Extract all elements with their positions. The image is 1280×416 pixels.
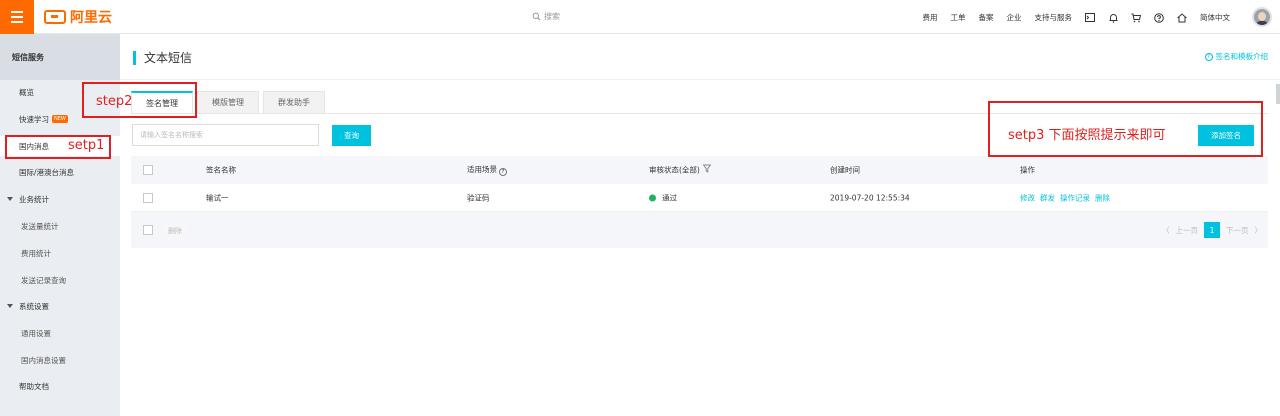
col-scene: 适用场景? [467, 164, 507, 176]
sidebar-item-send-records[interactable]: 发送记录查询 [0, 270, 120, 290]
edit-link[interactable]: 修改 [1020, 193, 1035, 202]
help-icon[interactable] [1154, 12, 1164, 23]
row-checkbox[interactable] [143, 192, 153, 203]
sidebar-item-label: 国际/港澳台消息 [19, 167, 75, 177]
help-link[interactable]: ? 签名和模板介绍 [1204, 51, 1269, 62]
tab-bulk-send[interactable]: 群发助手 [263, 91, 325, 114]
next-page-button[interactable]: 下一页 [1226, 225, 1249, 236]
batch-delete-button[interactable]: 删除 [163, 224, 187, 238]
signature-scene: 验证码 [467, 193, 490, 202]
col-status-label: 审核状态(全部) [649, 165, 700, 175]
table-header: 签名名称 适用场景? 审核状态(全部) 创建时间 操作 [131, 156, 1268, 184]
search-icon [532, 12, 541, 21]
search-placeholder: 搜索 [544, 12, 560, 21]
caret-down-icon [7, 197, 13, 201]
logo-mark-icon [44, 10, 66, 24]
signature-table: 签名名称 适用场景? 审核状态(全部) 创建时间 操作 输试一 验证码 通过 2… [131, 156, 1268, 248]
global-search[interactable]: 搜索 [532, 11, 560, 22]
page-number[interactable]: 1 [1204, 222, 1220, 238]
sidebar-item-label: 系统设置 [19, 301, 49, 311]
row-actions: 修改 群发 操作记录 删除 [1020, 192, 1115, 203]
question-circle-icon[interactable]: ? [499, 168, 507, 176]
sidebar-item-label: 通用设置 [21, 328, 51, 338]
help-link-label: 签名和模板介绍 [1215, 52, 1269, 61]
filter-icon[interactable] [702, 164, 712, 175]
sidebar-item-label: 费用统计 [21, 248, 51, 258]
annotation-step1: setp1 [68, 138, 105, 153]
top-nav: 费用 工单 备案 企业 支持与服务 简体中文 [923, 12, 1230, 23]
caret-down-icon [7, 304, 13, 308]
chevron-left-icon[interactable]: 〈 [1162, 225, 1170, 236]
main-content: 文本短信 ? 签名和模板介绍 签名管理 模版管理 群发助手 请输入签名名称搜索 … [120, 34, 1280, 416]
chevron-right-icon[interactable]: 〉 [1255, 225, 1263, 236]
bell-icon[interactable] [1108, 13, 1118, 23]
logo-text: 阿里云 [70, 10, 112, 26]
delete-link[interactable]: 删除 [1095, 193, 1110, 202]
sidebar-title: 短信服务 [0, 34, 120, 80]
tab-templates[interactable]: 模版管理 [197, 91, 259, 114]
col-ops: 操作 [1020, 165, 1035, 175]
home-icon[interactable] [1177, 12, 1187, 23]
bulk-send-link[interactable]: 群发 [1040, 193, 1055, 202]
sidebar-item-label: 快速学习 [19, 114, 49, 124]
sidebar-item-label: 概览 [19, 87, 34, 97]
sidebar-item-international[interactable]: 国际/港澳台消息 [0, 162, 120, 182]
sidebar-item-label: 国内消息设置 [21, 355, 66, 365]
sidebar-item-domestic-settings[interactable]: 国内消息设置 [0, 350, 120, 370]
nav-support[interactable]: 支持与服务 [1035, 12, 1073, 23]
status-dot-icon [649, 194, 656, 201]
signature-created: 2019-07-20 12:55:34 [830, 193, 910, 202]
new-badge: NEW [52, 115, 68, 123]
col-created: 创建时间 [830, 165, 860, 175]
annotation-step3: setp3 下面按照提示来即可 [1008, 128, 1166, 143]
signature-name: 输试一 [206, 193, 229, 202]
sidebar-item-cost-stats[interactable]: 费用统计 [0, 243, 120, 263]
signature-search-input[interactable]: 请输入签名名称搜索 [132, 124, 319, 146]
footer-select-checkbox[interactable] [143, 225, 153, 235]
language-switch[interactable]: 简体中文 [1200, 12, 1230, 23]
sidebar-item-send-stats[interactable]: 发送量统计 [0, 216, 120, 236]
aliyun-logo[interactable]: 阿里云 [44, 8, 112, 26]
signature-status: 通过 [649, 192, 677, 203]
sidebar-item-label: 发送量统计 [21, 221, 59, 231]
question-circle-icon: ? [1204, 52, 1213, 61]
top-bar: 阿里云 搜索 费用 工单 备案 企业 支持与服务 简体中文 [0, 0, 1280, 34]
menu-icon[interactable] [0, 0, 34, 34]
status-label: 通过 [662, 193, 677, 202]
query-button[interactable]: 查询 [332, 125, 371, 146]
sidebar-item-general-settings[interactable]: 通用设置 [0, 323, 120, 343]
sidebar-group-settings[interactable]: 系统设置 [0, 296, 120, 316]
pagination: 〈 上一页 1 下一页 〉 [1162, 222, 1262, 238]
sidebar-group-statistics[interactable]: 业务统计 [0, 189, 120, 209]
nav-billing[interactable]: 费用 [923, 12, 938, 23]
avatar[interactable] [1252, 7, 1272, 27]
page-header: 文本短信 ? 签名和模板介绍 [120, 34, 1280, 80]
terminal-icon[interactable] [1085, 13, 1095, 23]
nav-enterprise[interactable]: 企业 [1007, 12, 1022, 23]
sidebar-item-docs[interactable]: 帮助文档 [0, 376, 120, 396]
annotation-step2: step2 [96, 94, 133, 109]
col-scene-label: 适用场景 [467, 165, 497, 174]
nav-filing[interactable]: 备案 [979, 12, 994, 23]
page-title: 文本短信 [133, 49, 192, 66]
prev-page-button[interactable]: 上一页 [1176, 225, 1199, 236]
table-row: 输试一 验证码 通过 2019-07-20 12:55:34 修改 群发 操作记录删… [131, 184, 1268, 212]
sidebar-item-label: 业务统计 [19, 194, 49, 204]
operation-log-link[interactable]: 操作记录 [1060, 193, 1090, 202]
col-status: 审核状态(全部) [649, 164, 712, 176]
sidebar-item-label: 发送记录查询 [21, 275, 66, 285]
col-name: 签名名称 [206, 165, 236, 175]
side-panel-handle[interactable] [1276, 84, 1280, 104]
nav-tickets[interactable]: 工单 [951, 12, 966, 23]
select-all-checkbox[interactable] [143, 165, 153, 175]
sidebar-item-label: 帮助文档 [19, 381, 49, 391]
table-footer: 删除 〈 上一页 1 下一页 〉 [131, 212, 1268, 248]
cart-icon[interactable] [1131, 13, 1141, 23]
